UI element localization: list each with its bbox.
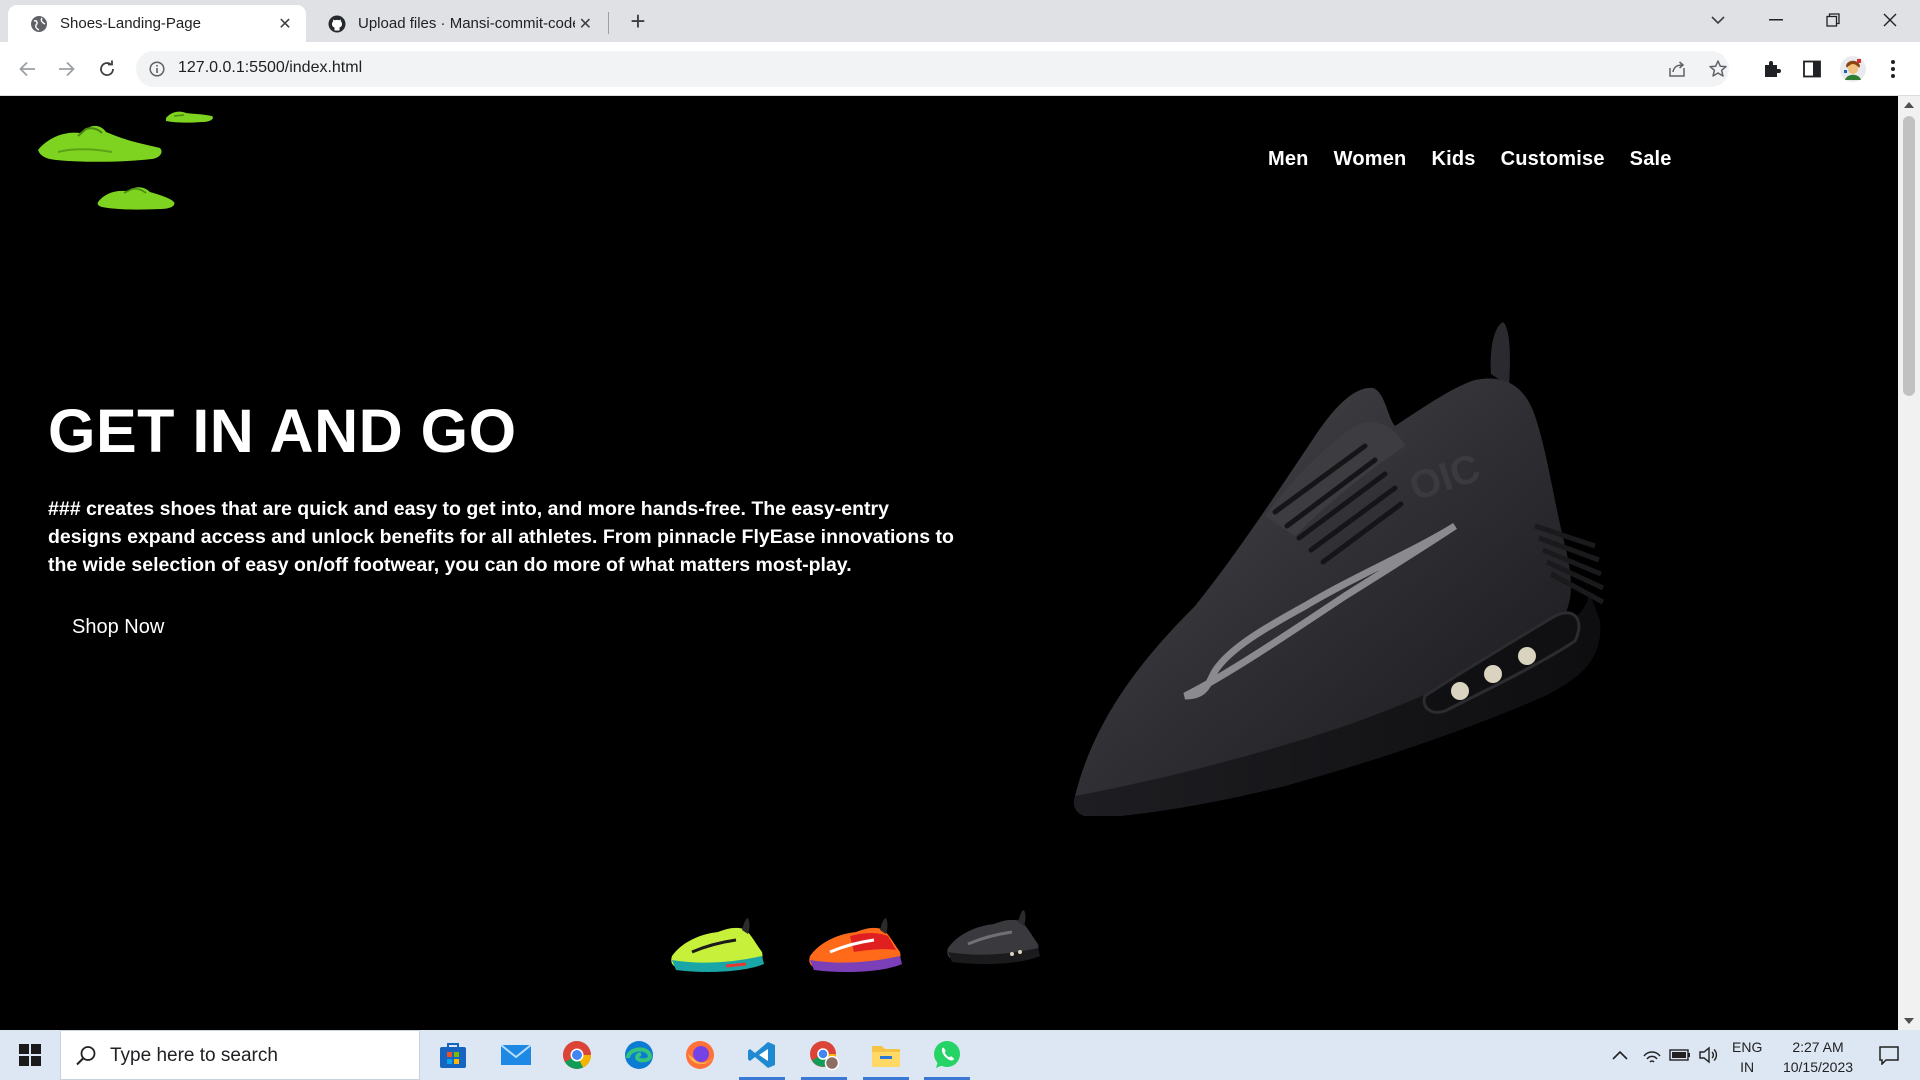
mail-icon[interactable] [487, 1030, 545, 1080]
search-icon [76, 1046, 96, 1066]
address-bar[interactable]: 127.0.0.1:5500/index.html [136, 51, 1729, 87]
tab-upload-files[interactable]: Upload files · Mansi-commit-code ✕ [306, 5, 606, 42]
minimize-icon[interactable] [1748, 0, 1804, 40]
scroll-down-arrow-icon[interactable] [1904, 1018, 1914, 1024]
thumbnail-orange-red-shoe[interactable] [804, 906, 908, 978]
file-explorer-icon[interactable] [857, 1030, 915, 1080]
page-viewport: Men Women Kids Customise Sale GET IN AND… [0, 96, 1898, 1030]
volume-icon[interactable] [1694, 1030, 1722, 1080]
tab-divider [608, 12, 609, 34]
more-menu-icon[interactable] [1878, 54, 1908, 84]
bookmark-star-icon[interactable] [1708, 59, 1728, 79]
clock-date: 10/15/2023 [1782, 1059, 1854, 1075]
nav-link-customise[interactable]: Customise [1501, 148, 1605, 171]
show-hidden-icons-chevron-icon[interactable] [1605, 1030, 1635, 1080]
system-clock[interactable]: 2:27 AM 10/15/2023 [1773, 1037, 1863, 1077]
tab-title: Shoes-Landing-Page [60, 15, 201, 32]
reload-icon[interactable] [92, 54, 122, 84]
notification-center-icon[interactable] [1864, 1030, 1914, 1080]
page-scrollbar[interactable] [1898, 96, 1920, 1030]
close-tab-icon[interactable]: ✕ [575, 13, 596, 35]
back-arrow-icon[interactable] [12, 54, 42, 84]
github-icon [328, 15, 346, 32]
close-tab-icon[interactable]: ✕ [274, 13, 296, 35]
nav-link-sale[interactable]: Sale [1630, 148, 1672, 171]
tab-search-chevron-icon[interactable] [1690, 0, 1746, 40]
profile-avatar[interactable] [1838, 54, 1868, 84]
network-icon[interactable] [1638, 1030, 1666, 1080]
brand-logo-shoes[interactable] [34, 102, 224, 220]
browser-toolbar: 127.0.0.1:5500/index.html [0, 42, 1920, 96]
tab-shoes-landing-page[interactable]: Shoes-Landing-Page ✕ [8, 5, 306, 42]
taskbar-search-box[interactable]: Type here to search [60, 1030, 420, 1080]
main-nav: Men Women Kids Customise Sale [1268, 148, 1672, 171]
clock-time: 2:27 AM [1792, 1039, 1844, 1055]
whatsapp-icon[interactable] [918, 1030, 976, 1080]
store-icon[interactable] [424, 1030, 482, 1080]
new-tab-icon[interactable]: + [624, 8, 652, 36]
chrome-profile-icon[interactable] [795, 1030, 853, 1080]
chrome-icon[interactable] [548, 1030, 606, 1080]
region-code: IN [1740, 1059, 1755, 1075]
language-code: ENG [1732, 1039, 1763, 1055]
url-text: 127.0.0.1:5500/index.html [178, 59, 363, 76]
thumbnail-neon-green-shoe[interactable] [666, 906, 770, 978]
nav-link-kids[interactable]: Kids [1431, 148, 1475, 171]
side-panel-icon[interactable] [1797, 54, 1827, 84]
scrollbar-thumb[interactable] [1903, 116, 1915, 396]
shop-now-button[interactable]: Shop Now [72, 616, 164, 639]
vscode-icon[interactable] [733, 1030, 791, 1080]
nav-link-men[interactable]: Men [1268, 148, 1309, 171]
shoe-thumbnails [666, 906, 1066, 986]
restore-icon[interactable] [1805, 0, 1861, 40]
share-icon[interactable] [1668, 60, 1686, 78]
globe-icon [31, 15, 47, 32]
hero-shoe-image: OIC [1073, 322, 1605, 816]
info-icon[interactable] [149, 61, 165, 77]
battery-icon[interactable] [1666, 1030, 1694, 1080]
hero-title: GET IN AND GO [48, 397, 517, 465]
search-placeholder: Type here to search [110, 1045, 278, 1066]
nav-link-women[interactable]: Women [1334, 148, 1407, 171]
tab-title: Upload files · Mansi-commit-code [358, 15, 575, 32]
browser-tab-strip: Shoes-Landing-Page ✕ Upload files · Mans… [0, 0, 1920, 42]
firefox-icon[interactable] [671, 1030, 729, 1080]
forward-arrow-icon[interactable] [52, 54, 82, 84]
windows-taskbar: Type here to search ENG IN 2:27 AM 10/15… [0, 1030, 1920, 1080]
edge-icon[interactable] [610, 1030, 668, 1080]
scroll-up-arrow-icon[interactable] [1904, 102, 1914, 108]
windows-start-icon[interactable] [0, 1030, 60, 1080]
extensions-puzzle-icon[interactable] [1757, 54, 1787, 84]
close-window-icon[interactable] [1862, 0, 1918, 40]
thumbnail-black-shoe[interactable] [942, 898, 1046, 970]
language-indicator[interactable]: ENG IN [1732, 1037, 1762, 1077]
hero-description: ### creates shoes that are quick and eas… [48, 498, 954, 576]
